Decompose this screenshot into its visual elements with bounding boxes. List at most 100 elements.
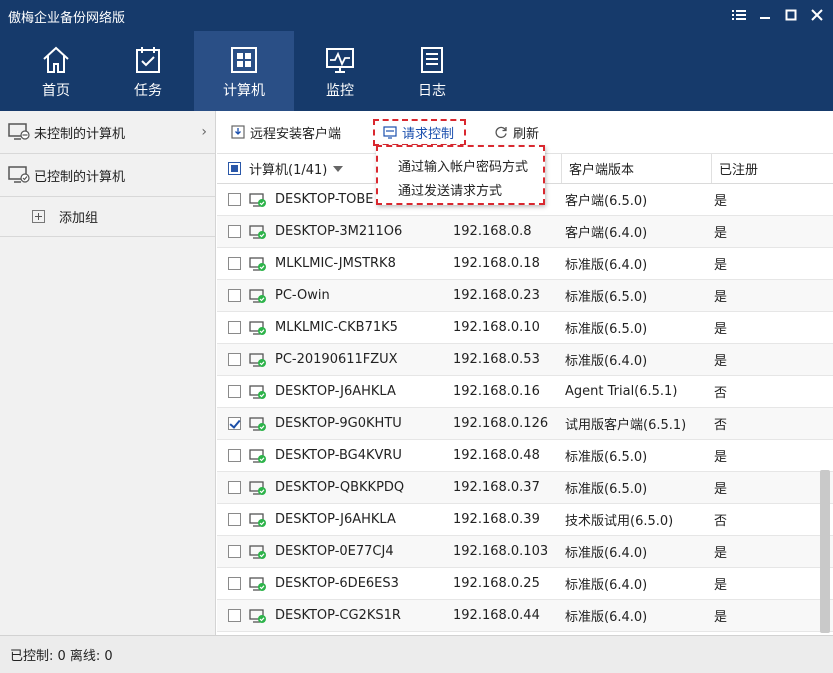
row-checkbox[interactable]	[228, 353, 241, 366]
row-checkbox[interactable]	[228, 257, 241, 270]
nav-monitor[interactable]: 监控	[294, 31, 386, 111]
sort-down-icon[interactable]	[333, 165, 344, 172]
row-checkbox[interactable]	[228, 193, 241, 206]
row-checkbox[interactable]	[228, 321, 241, 334]
table-row[interactable]: PC-20190611FZUX 192.168.0.53 标准版(6.4.0) 是	[217, 344, 833, 376]
row-checkbox[interactable]	[228, 481, 241, 494]
menu-item-send-request[interactable]: 通过发送请求方式	[378, 177, 543, 201]
table-row[interactable]: DESKTOP-J6AHKLA 192.168.0.39 技术版试用(6.5.0) 否	[217, 504, 833, 536]
row-checkbox[interactable]	[228, 609, 241, 622]
menu-icon[interactable]	[729, 4, 749, 26]
nav-home[interactable]: 首页	[10, 31, 102, 111]
nav-tasks[interactable]: 任务	[102, 31, 194, 111]
cell-registered: 是	[714, 226, 728, 241]
cell-computer: DESKTOP-0E77CJ4	[217, 536, 453, 567]
table-row[interactable]: DESKTOP-QBKKPDQ 192.168.0.37 标准版(6.5.0) 是	[217, 472, 833, 504]
sidebar-item-controlled[interactable]: 已控制的计算机	[0, 154, 215, 197]
cell-computer: MLKLMIC-CKB71K5	[217, 312, 453, 343]
main-nav: 首页 任务 计算机 监控 日志	[10, 31, 478, 111]
row-checkbox[interactable]	[228, 417, 241, 430]
online-computer-icon	[249, 192, 266, 207]
cell-computer: DESKTOP-BG4KVRU	[217, 440, 453, 471]
tasks-icon	[136, 47, 160, 73]
close-icon[interactable]	[807, 4, 827, 26]
row-checkbox[interactable]	[228, 577, 241, 590]
row-checkbox[interactable]	[228, 513, 241, 526]
remote-install-button[interactable]: 远程安装客户端	[227, 120, 345, 145]
table-row[interactable]: PC-Owin 192.168.0.23 标准版(6.5.0) 是	[217, 280, 833, 312]
table-row[interactable]: MLKLMIC-CKB71K5 192.168.0.10 标准版(6.5.0) 是	[217, 312, 833, 344]
computers-icon	[231, 47, 257, 73]
install-icon	[231, 125, 245, 139]
row-checkbox[interactable]	[228, 385, 241, 398]
table-row[interactable]: DESKTOP-CG2KS1R 192.168.0.44 标准版(6.4.0) 是	[217, 600, 833, 632]
cell-version: 标准版(6.5.0)	[565, 450, 648, 465]
chevron-right-icon: ›	[201, 124, 207, 140]
online-computer-icon	[249, 576, 266, 591]
status-bar: 已控制: 0 离线: 0	[0, 635, 833, 673]
online-computer-icon	[249, 288, 266, 303]
nav-log-label: 日志	[418, 83, 446, 99]
select-all-checkbox[interactable]	[228, 162, 241, 175]
table-row[interactable]: MLKLMIC-JMSTRK8 192.168.0.18 标准版(6.4.0) 是	[217, 248, 833, 280]
column-registered[interactable]: 已注册	[711, 154, 811, 183]
table-row[interactable]: DESKTOP-J6AHKLA 192.168.0.16 Agent Trial(6…	[217, 376, 833, 408]
cell-ip: 192.168.0.39	[453, 512, 540, 527]
cell-registered: 是	[714, 450, 728, 465]
refresh-icon	[495, 126, 507, 139]
cell-ip: 192.168.0.103	[453, 544, 549, 559]
title-nav-bar: 傲梅企业备份网络版 首页 任务 计算机 监控 日志	[0, 0, 833, 111]
refresh-button[interactable]: 刷新	[490, 120, 543, 145]
nav-monitor-label: 监控	[326, 83, 354, 99]
row-checkbox[interactable]	[228, 545, 241, 558]
row-checkbox[interactable]	[228, 449, 241, 462]
table-row[interactable]: DESKTOP-9G0KHTU 192.168.0.126 试用版客户端(6.5.1…	[217, 408, 833, 440]
cell-ip: 192.168.0.10	[453, 320, 540, 335]
nav-log[interactable]: 日志	[386, 31, 478, 111]
online-computer-icon	[249, 512, 266, 527]
cell-computer: PC-20190611FZUX	[217, 344, 453, 375]
cell-computer: MLKLMIC-JMSTRK8	[217, 248, 453, 279]
minimize-icon[interactable]	[755, 4, 775, 26]
cell-version: 技术版试用(6.5.0)	[565, 514, 674, 529]
row-checkbox[interactable]	[228, 289, 241, 302]
cell-version: 标准版(6.4.0)	[565, 610, 648, 625]
cell-computer: DESKTOP-6DE6ES3	[217, 568, 453, 599]
column-computer-label: 计算机(1/41)	[249, 163, 328, 178]
add-group-label: 添加组	[59, 211, 99, 226]
row-checkbox[interactable]	[228, 225, 241, 238]
nav-computers[interactable]: 计算机	[194, 31, 294, 111]
nav-tasks-label: 任务	[134, 83, 162, 99]
status-text: 已控制: 0 离线: 0	[10, 649, 113, 664]
table-row[interactable]: DESKTOP-0E77CJ4 192.168.0.103 标准版(6.4.0) 是	[217, 536, 833, 568]
cell-computer: DESKTOP-9G0KHTU	[217, 408, 453, 439]
computer-name: DESKTOP-QBKKPDQ	[275, 480, 405, 495]
table-row[interactable]: DESKTOP-6DE6ES3 192.168.0.25 标准版(6.4.0) 是	[217, 568, 833, 600]
cell-registered: 是	[714, 578, 728, 593]
menu-item-account-password[interactable]: 通过输入帐户密码方式	[378, 153, 543, 177]
online-computer-icon	[249, 480, 266, 495]
monitor-icon	[326, 48, 354, 73]
cell-version: 标准版(6.4.0)	[565, 578, 648, 593]
nav-computers-label: 计算机	[223, 83, 265, 99]
table-row[interactable]: DESKTOP-3M211O6 192.168.0.8 客户端(6.4.0) 是	[217, 216, 833, 248]
plus-icon	[32, 210, 45, 223]
sidebar-item-uncontrolled[interactable]: 未控制的计算机 ›	[0, 111, 215, 154]
cell-computer: DESKTOP-J6AHKLA	[217, 504, 453, 535]
cell-ip: 192.168.0.16	[453, 384, 540, 399]
table-row[interactable]: DESKTOP-BG4KVRU 192.168.0.48 标准版(6.5.0) 是	[217, 440, 833, 472]
request-control-button[interactable]: 请求控制	[373, 118, 467, 146]
computer-name: DESKTOP-0E77CJ4	[275, 544, 394, 559]
vertical-scrollbar[interactable]	[820, 470, 830, 633]
cell-ip: 192.168.0.37	[453, 480, 540, 495]
add-group-button[interactable]: 添加组	[0, 197, 215, 237]
cell-registered: 是	[714, 610, 728, 625]
column-version[interactable]: 客户端版本	[561, 154, 711, 183]
cell-version: 标准版(6.4.0)	[565, 354, 648, 369]
cell-version: 标准版(6.5.0)	[565, 290, 648, 305]
computer-name: DESKTOP-J6AHKLA	[275, 512, 396, 527]
cell-version: 客户端(6.5.0)	[565, 194, 648, 209]
cell-version: 试用版客户端(6.5.1)	[565, 418, 687, 433]
cell-registered: 是	[714, 290, 728, 305]
maximize-icon[interactable]	[781, 4, 801, 26]
